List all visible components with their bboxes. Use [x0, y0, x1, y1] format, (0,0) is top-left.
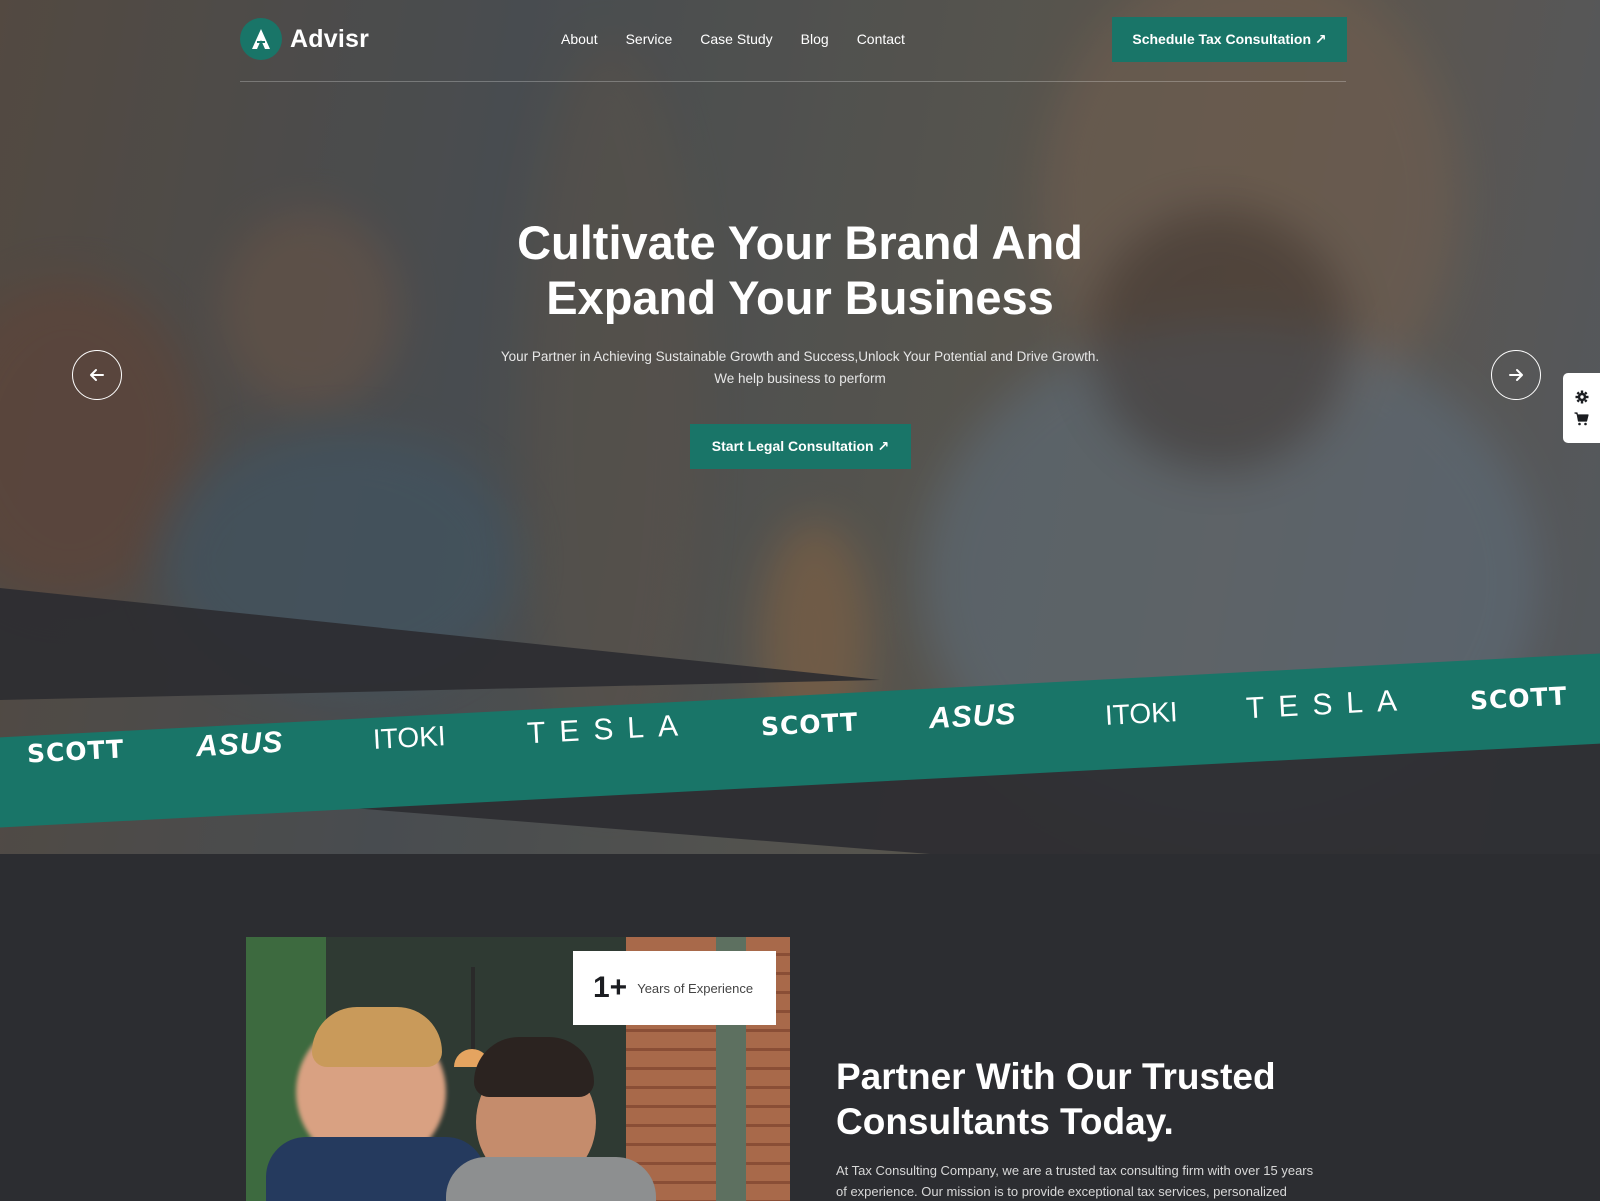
main-nav: About Service Case Study Blog Contact — [561, 31, 905, 47]
nav-item-blog[interactable]: Blog — [801, 31, 829, 47]
site-logo[interactable]: Advisr — [240, 18, 369, 60]
schedule-consultation-button[interactable]: Schedule Tax Consultation ↗ — [1112, 17, 1347, 62]
about-text-line1: At Tax Consulting Company, we are a trus… — [836, 1163, 1314, 1178]
hero-section: SCOTT ASUS ITOKI TESLA SCOTT ASUS ITOKI … — [0, 0, 1600, 854]
brand-logo-scott: SCOTT — [26, 734, 125, 769]
hero-title-line2: Expand Your Business — [546, 271, 1054, 324]
about-title: Partner With Our Trusted Consultants Tod… — [836, 1054, 1336, 1144]
nav-item-case-study[interactable]: Case Study — [700, 31, 772, 47]
hero-title-line1: Cultivate Your Brand And — [517, 216, 1083, 269]
logo-text: Advisr — [290, 24, 370, 53]
experience-label: Years of Experience — [637, 980, 754, 996]
brand-logo-scott: SCOTT — [1469, 681, 1568, 716]
slider-next-button[interactable] — [1491, 350, 1541, 400]
hero-subtitle-line1: Your Partner in Achieving Sustainable Gr… — [500, 349, 1100, 364]
experience-card: 1+ Years of Experience — [573, 951, 776, 1025]
brand-logo-tesla: TESLA — [1245, 683, 1412, 726]
arrow-right-icon — [1509, 369, 1523, 381]
hero-subtitle: Your Partner in Achieving Sustainable Gr… — [460, 346, 1140, 390]
gear-icon[interactable] — [1575, 390, 1589, 404]
brand-logo-asus: ASUS — [195, 725, 285, 764]
nav-item-about[interactable]: About — [561, 31, 598, 47]
about-text-line2: of experience. Our mission is to provide… — [836, 1184, 1287, 1199]
about-title-line2: Consultants Today. — [836, 1101, 1174, 1142]
hero-subtitle-line2: We help business to perform — [714, 371, 886, 386]
brand-logo-scott: SCOTT — [760, 707, 859, 742]
brand-logo-itoki: ITOKI — [1104, 696, 1179, 731]
about-title-line1: Partner With Our Trusted — [836, 1056, 1276, 1097]
slider-prev-button[interactable] — [72, 350, 122, 400]
header-divider — [240, 81, 1346, 82]
brand-logo-tesla: TESLA — [526, 708, 693, 751]
cart-icon[interactable] — [1574, 412, 1589, 426]
experience-number: 1+ — [593, 971, 628, 1004]
start-consultation-button[interactable]: Start Legal Consultation ↗ — [690, 424, 911, 469]
logo-mark-icon — [240, 18, 282, 60]
about-description: At Tax Consulting Company, we are a trus… — [836, 1160, 1366, 1201]
brand-logo-itoki: ITOKI — [372, 720, 447, 755]
nav-item-contact[interactable]: Contact — [857, 31, 905, 47]
floating-side-panel — [1563, 373, 1600, 443]
nav-item-service[interactable]: Service — [626, 31, 673, 47]
brand-logo-asus: ASUS — [928, 697, 1018, 736]
arrow-left-icon — [90, 369, 104, 381]
hero-title: Cultivate Your Brand And Expand Your Bus… — [460, 215, 1140, 325]
